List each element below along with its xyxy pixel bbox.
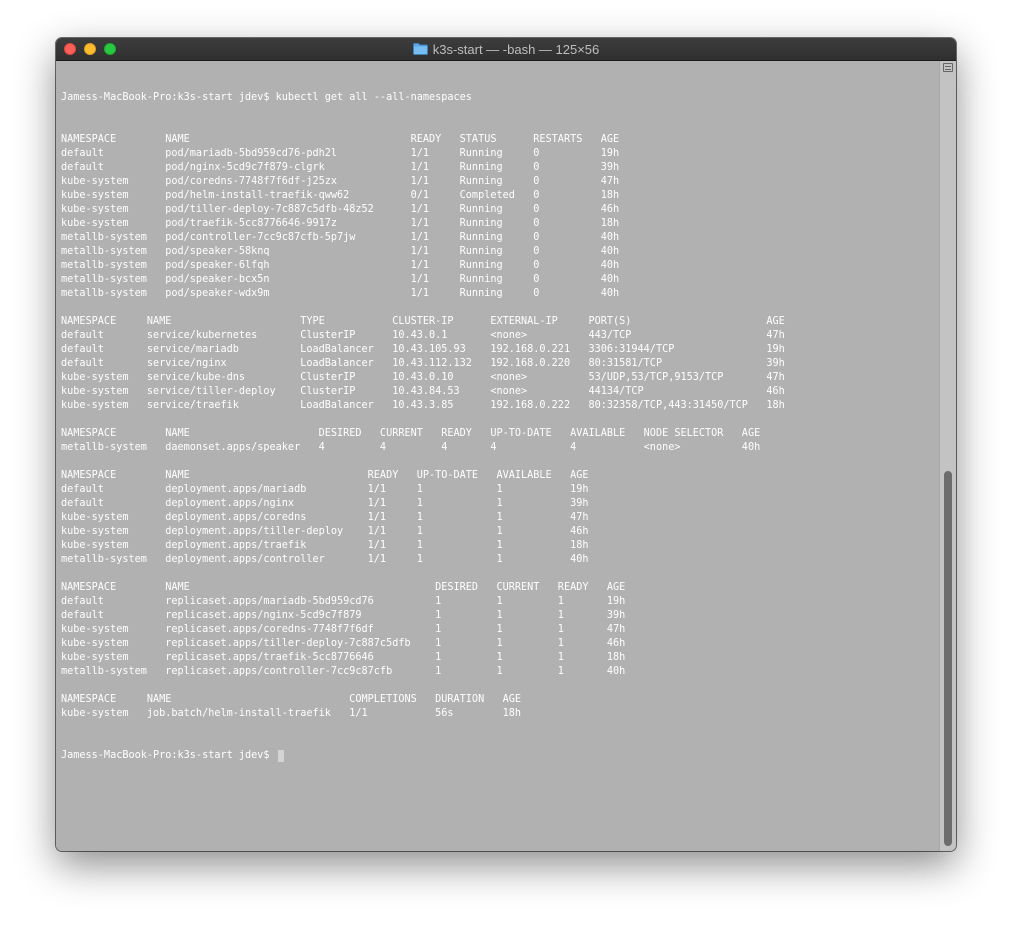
output-line: metallb-system pod/controller-7cc9c87cfb… bbox=[61, 232, 620, 243]
output-line: kube-system replicaset.apps/traefik-5cc8… bbox=[61, 652, 626, 663]
output-line: metallb-system pod/speaker-bcx5n 1/1 Run… bbox=[61, 274, 620, 285]
output-line: kube-system service/traefik LoadBalancer… bbox=[61, 400, 785, 411]
output-line: default service/kubernetes ClusterIP 10.… bbox=[61, 330, 785, 341]
output-line: kube-system replicaset.apps/coredns-7748… bbox=[61, 624, 626, 635]
output-line: metallb-system pod/speaker-wdx9m 1/1 Run… bbox=[61, 288, 620, 299]
output-line: kube-system job.batch/helm-install-traef… bbox=[61, 708, 522, 719]
output-line: default replicaset.apps/mariadb-5bd959cd… bbox=[61, 596, 626, 607]
output-line: NAMESPACE NAME READY STATUS RESTARTS AGE bbox=[61, 134, 620, 145]
output-block: NAMESPACE NAME READY STATUS RESTARTS AGE… bbox=[61, 133, 785, 721]
output-line: default service/mariadb LoadBalancer 10.… bbox=[61, 344, 785, 355]
output-line: default deployment.apps/nginx 1/1 1 1 39… bbox=[61, 498, 589, 509]
output-line: metallb-system replicaset.apps/controlle… bbox=[61, 666, 626, 677]
output-line: metallb-system pod/speaker-6lfqh 1/1 Run… bbox=[61, 260, 620, 271]
output-line: metallb-system deployment.apps/controlle… bbox=[61, 554, 589, 565]
output-line: default pod/mariadb-5bd959cd76-pdh2l 1/1… bbox=[61, 148, 620, 159]
output-line: NAMESPACE NAME TYPE CLUSTER-IP EXTERNAL-… bbox=[61, 316, 785, 327]
output-line: kube-system pod/traefik-5cc8776646-9917z… bbox=[61, 218, 620, 229]
text-cursor bbox=[277, 750, 284, 762]
output-line: metallb-system daemonset.apps/speaker 4 … bbox=[61, 442, 761, 453]
terminal-screen: Jamess-MacBook-Pro:k3s-start jdev$ kubec… bbox=[61, 63, 785, 791]
scrollbar-thumb[interactable] bbox=[944, 471, 952, 846]
terminal-window: k3s-start — -bash — 125×56 Jamess-MacBoo… bbox=[56, 38, 956, 851]
output-line: kube-system deployment.apps/coredns 1/1 … bbox=[61, 512, 589, 523]
output-line: NAMESPACE NAME READY UP-TO-DATE AVAILABL… bbox=[61, 470, 589, 481]
output-line: kube-system pod/coredns-7748f7f6df-j25zx… bbox=[61, 176, 620, 187]
output-line: NAMESPACE NAME DESIRED CURRENT READY UP-… bbox=[61, 428, 761, 439]
split-pane-icon[interactable] bbox=[943, 63, 953, 72]
window-title-group: k3s-start — -bash — 125×56 bbox=[56, 38, 956, 60]
output-line: default replicaset.apps/nginx-5cd9c7f879… bbox=[61, 610, 626, 621]
output-line: kube-system pod/helm-install-traefik-qww… bbox=[61, 190, 620, 201]
shell-prompt: Jamess-MacBook-Pro:k3s-start jdev$ bbox=[61, 750, 276, 761]
output-line: kube-system replicaset.apps/tiller-deplo… bbox=[61, 638, 626, 649]
command-line: Jamess-MacBook-Pro:k3s-start jdev$ kubec… bbox=[61, 92, 472, 103]
title-bar[interactable]: k3s-start — -bash — 125×56 bbox=[56, 38, 956, 61]
output-line: kube-system service/tiller-deploy Cluste… bbox=[61, 386, 785, 397]
terminal-output-area[interactable]: Jamess-MacBook-Pro:k3s-start jdev$ kubec… bbox=[56, 61, 940, 851]
output-line: kube-system pod/tiller-deploy-7c887c5dfb… bbox=[61, 204, 620, 215]
vertical-scrollbar[interactable] bbox=[939, 61, 956, 851]
output-line: default service/nginx LoadBalancer 10.43… bbox=[61, 358, 785, 369]
output-line: NAMESPACE NAME DESIRED CURRENT READY AGE bbox=[61, 582, 626, 593]
output-line: metallb-system pod/speaker-58knq 1/1 Run… bbox=[61, 246, 620, 257]
output-line: NAMESPACE NAME COMPLETIONS DURATION AGE bbox=[61, 694, 522, 705]
output-line: kube-system deployment.apps/tiller-deplo… bbox=[61, 526, 589, 537]
output-line: default deployment.apps/mariadb 1/1 1 1 … bbox=[61, 484, 589, 495]
output-line: default pod/nginx-5cd9c7f879-clgrk 1/1 R… bbox=[61, 162, 620, 173]
folder-icon bbox=[412, 43, 428, 55]
prompt-line[interactable]: Jamess-MacBook-Pro:k3s-start jdev$ bbox=[61, 749, 785, 763]
output-line: kube-system deployment.apps/traefik 1/1 … bbox=[61, 540, 589, 551]
window-title: k3s-start — -bash — 125×56 bbox=[432, 41, 600, 57]
output-line: kube-system service/kube-dns ClusterIP 1… bbox=[61, 372, 785, 383]
